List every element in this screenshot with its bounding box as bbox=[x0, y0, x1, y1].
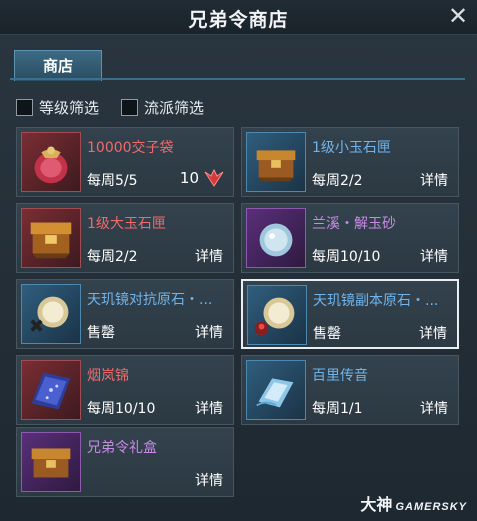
shop-item-pouch[interactable]: 10000交子袋 每周5/5 10 bbox=[16, 127, 234, 197]
shop-item-small-jade-box[interactable]: 1级小玉石匣 每周2/2 详情 bbox=[241, 127, 459, 197]
item-price: 10 bbox=[179, 169, 199, 187]
item-limit: 每周1/1 bbox=[312, 401, 363, 417]
shop-item-large-jade-box[interactable]: 1级大玉石匣 每周2/2 详情 bbox=[16, 203, 234, 273]
item-limit: 每周5/5 bbox=[87, 173, 138, 189]
tab-underline bbox=[10, 78, 465, 80]
detail-button[interactable]: 详情 bbox=[195, 322, 223, 342]
mirror-pvp-icon bbox=[21, 284, 81, 344]
item-name: 兄弟令礼盒 bbox=[87, 440, 157, 456]
detail-button[interactable]: 详情 bbox=[420, 170, 448, 190]
watermark: 大神 GAMERSKY bbox=[360, 491, 467, 515]
detail-button[interactable]: 详情 bbox=[195, 246, 223, 266]
item-limit: 每周2/2 bbox=[312, 173, 363, 189]
item-name: 百里传音 bbox=[312, 368, 368, 384]
tab-shop[interactable]: 商店 bbox=[14, 50, 102, 81]
item-limit: 售罄 bbox=[313, 326, 341, 342]
close-icon[interactable]: ✕ bbox=[445, 3, 471, 29]
brocade-icon bbox=[21, 360, 81, 420]
shop-item-mirror-dungeon-stone[interactable]: 天玑镜副本原石・... 售罄 详情 bbox=[241, 279, 459, 349]
school-filter-checkbox[interactable] bbox=[121, 98, 138, 116]
watermark-en: GAMERSKY bbox=[395, 501, 467, 513]
detail-button[interactable]: 详情 bbox=[420, 398, 448, 418]
watermark-cn: 大神 bbox=[360, 497, 393, 514]
pouch-icon bbox=[21, 132, 81, 192]
item-name: 10000交子袋 bbox=[87, 140, 174, 156]
item-name: 1级大玉石匣 bbox=[87, 216, 166, 232]
shop-item-brocade[interactable]: 烟岚锦 每周10/10 详情 bbox=[16, 355, 234, 425]
item-limit: 每周2/2 bbox=[87, 249, 138, 265]
level-filter-label: 等级筛选 bbox=[39, 98, 100, 117]
small-jade-box-icon bbox=[246, 132, 306, 192]
shop-item-message[interactable]: 百里传音 每周1/1 详情 bbox=[241, 355, 459, 425]
brother-token-icon bbox=[203, 168, 225, 188]
item-limit: 售罄 bbox=[87, 325, 115, 341]
gift-box-icon bbox=[21, 432, 81, 492]
item-limit: 每周10/10 bbox=[312, 249, 381, 265]
detail-button[interactable]: 详情 bbox=[419, 323, 447, 343]
school-filter[interactable]: 流派筛选 bbox=[121, 96, 204, 118]
title-bar: 兄弟令商店 ✕ bbox=[0, 0, 477, 35]
detail-button[interactable]: 详情 bbox=[195, 398, 223, 418]
item-limit: 每周10/10 bbox=[87, 401, 156, 417]
detail-button[interactable]: 详情 bbox=[195, 470, 223, 490]
jade-sand-icon bbox=[246, 208, 306, 268]
shop-item-gift-box[interactable]: 兄弟令礼盒 详情 bbox=[16, 427, 234, 497]
message-icon bbox=[246, 360, 306, 420]
item-name: 天玑镜副本原石・... bbox=[313, 293, 439, 309]
shop-item-jade-sand[interactable]: 兰溪・解玉砂 每周10/10 详情 bbox=[241, 203, 459, 273]
detail-button[interactable]: 详情 bbox=[420, 246, 448, 266]
window-title: 兄弟令商店 bbox=[188, 9, 289, 31]
level-filter-checkbox[interactable] bbox=[16, 98, 33, 116]
school-filter-label: 流派筛选 bbox=[144, 98, 205, 117]
large-jade-box-icon bbox=[21, 208, 81, 268]
shop-item-mirror-pvp-stone[interactable]: 天玑镜对抗原石・... 售罄 详情 bbox=[16, 279, 234, 349]
item-name: 烟岚锦 bbox=[87, 368, 129, 384]
item-name: 天玑镜对抗原石・... bbox=[87, 292, 213, 308]
level-filter[interactable]: 等级筛选 bbox=[16, 96, 99, 118]
item-name: 兰溪・解玉砂 bbox=[312, 216, 396, 232]
shop-panel: 兄弟令商店 ✕ 商店 等级筛选 流派筛选 10000交子袋 每周5/5 10 1… bbox=[0, 0, 477, 521]
mirror-dungeon-icon bbox=[247, 285, 307, 345]
item-name: 1级小玉石匣 bbox=[312, 140, 391, 156]
